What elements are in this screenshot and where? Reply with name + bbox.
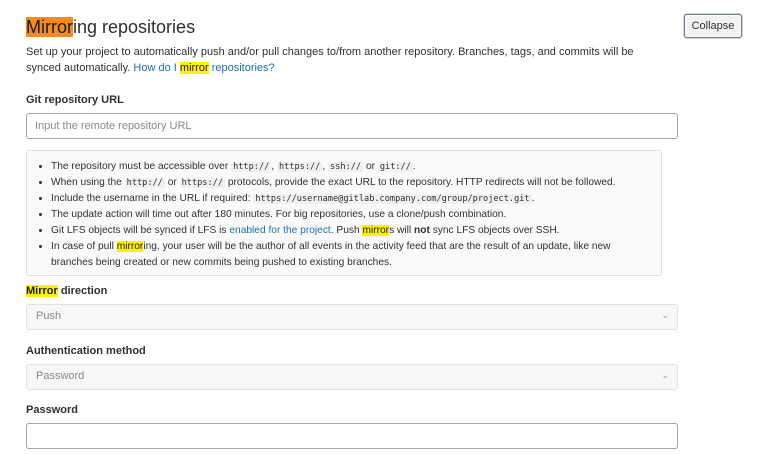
auth-method-value: Password bbox=[36, 370, 85, 382]
mirror-direction-value: Push bbox=[36, 310, 62, 322]
mirror-direction-label: Mirror direction bbox=[26, 285, 108, 297]
list-item: The repository must be accessible over h… bbox=[51, 159, 655, 175]
collapse-button[interactable]: Collapse bbox=[684, 14, 742, 38]
list-item: Include the username in the URL if requi… bbox=[51, 191, 655, 207]
auth-method-select[interactable]: Password ⌄ bbox=[26, 364, 678, 390]
list-item: In case of pull mirroring, your user wil… bbox=[51, 239, 655, 271]
password-label: Password bbox=[26, 404, 78, 416]
git-url-label: Git repository URL bbox=[26, 94, 124, 106]
description-text: Set up your project to automatically pus… bbox=[26, 46, 634, 74]
title-highlight: Mirror bbox=[26, 17, 73, 37]
section-header: Mirroring repositories Collapse bbox=[26, 14, 762, 40]
auth-method-label: Authentication method bbox=[26, 345, 146, 357]
help-link[interactable]: How do I mirror repositories? bbox=[133, 62, 275, 74]
mirror-direction-select[interactable]: Push ⌄ bbox=[26, 304, 678, 330]
title-rest: ing repositories bbox=[73, 17, 196, 37]
list-item: Git LFS objects will be synced if LFS is… bbox=[51, 223, 655, 239]
info-list: The repository must be accessible over h… bbox=[27, 159, 655, 271]
chevron-down-icon: ⌄ bbox=[661, 370, 669, 380]
page-title: Mirroring repositories bbox=[26, 15, 195, 39]
info-notes-box: The repository must be accessible over h… bbox=[26, 150, 662, 276]
chevron-down-icon: ⌄ bbox=[661, 310, 669, 320]
list-item: The update action will time out after 18… bbox=[51, 207, 655, 223]
list-item: When using the http:// or https:// proto… bbox=[51, 175, 655, 191]
lfs-enabled-link[interactable]: enabled for the project bbox=[229, 225, 330, 236]
git-url-input[interactable] bbox=[26, 113, 678, 139]
section-description: Set up your project to automatically pus… bbox=[26, 44, 666, 76]
password-input[interactable] bbox=[26, 423, 678, 449]
